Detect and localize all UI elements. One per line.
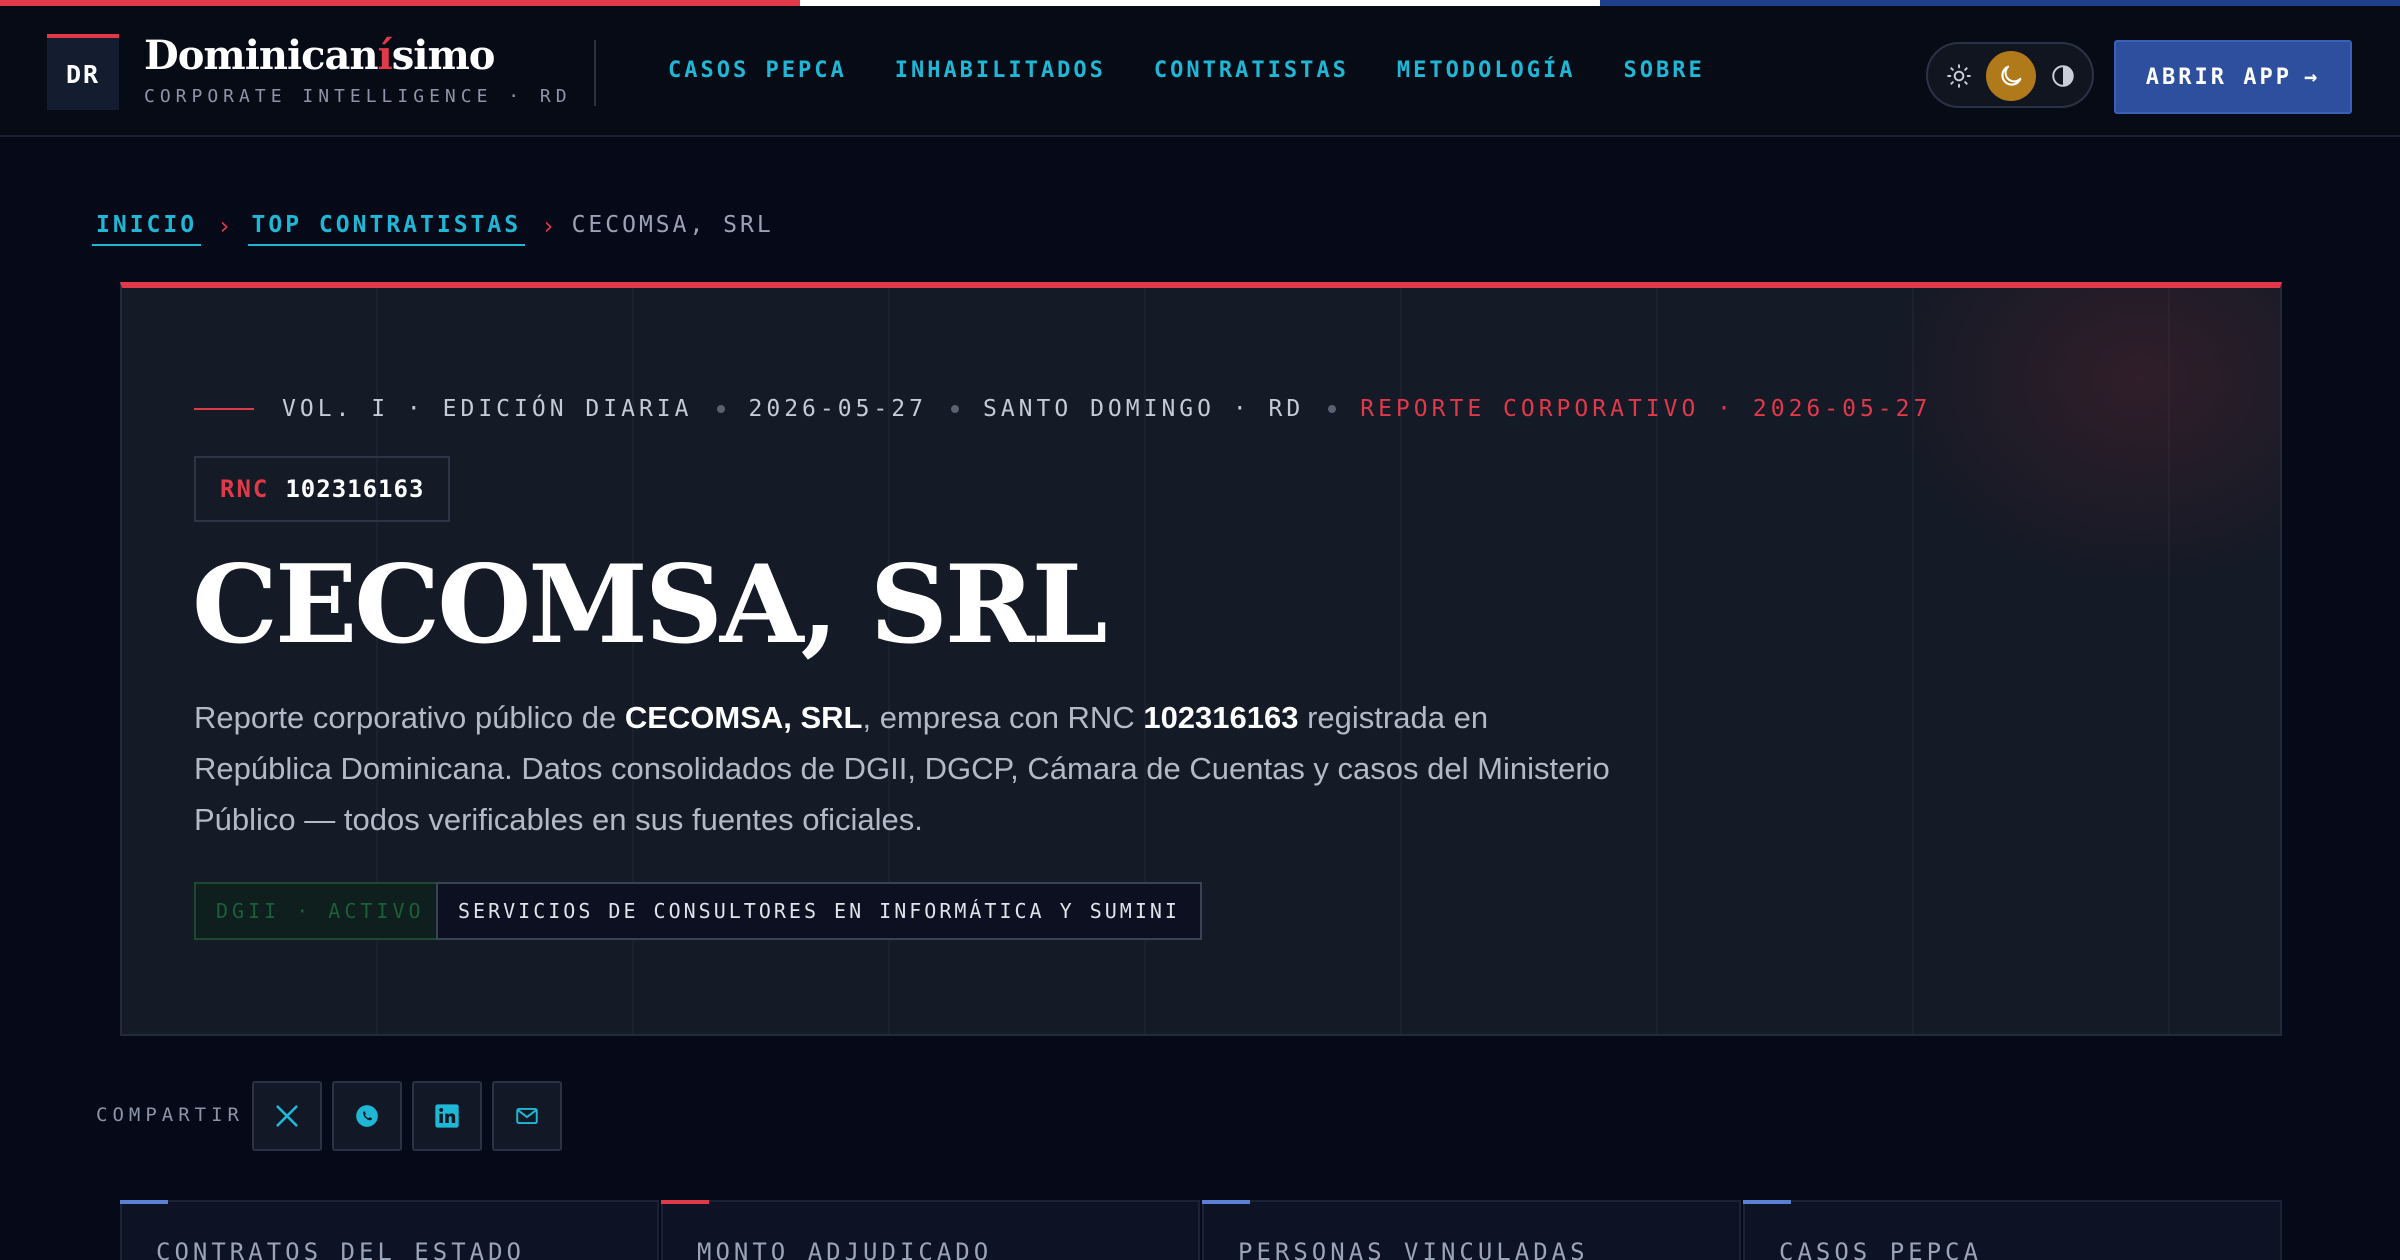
moon-icon <box>2001 65 2022 86</box>
mail-icon <box>516 1107 538 1125</box>
stat-card-personas: PERSONAS VINCULADAS <box>1202 1200 1741 1260</box>
brand-name-accent: í <box>377 32 393 79</box>
share-linkedin-button[interactable] <box>412 1081 482 1151</box>
open-app-button[interactable]: ABRIR APP → <box>2114 40 2352 114</box>
company-title: CECOMSA, SRL <box>192 542 1108 668</box>
rnc-label: RNC <box>220 475 270 503</box>
open-app-label: ABRIR APP <box>2145 64 2292 90</box>
main-nav: CASOS PEPCA INHABILITADOS CONTRATISTAS M… <box>668 58 1705 83</box>
top-navbar: DR Dominicanísimo CORPORATE INTELLIGENCE… <box>0 6 2400 137</box>
stat-accent <box>661 1200 709 1204</box>
stat-card-contratos: CONTRATOS DEL ESTADO <box>120 1200 659 1260</box>
brand-name[interactable]: Dominicanísimo <box>144 32 496 79</box>
stats-row: CONTRATOS DEL ESTADO MONTO ADJUDICADO PE… <box>120 1200 2282 1260</box>
nav-link-metodologia[interactable]: METODOLOGÍA <box>1397 58 1576 83</box>
meta-volume: VOL. I · EDICIÓN DIARIA <box>282 396 693 422</box>
nav-link-inhabilitados[interactable]: INHABILITADOS <box>895 58 1106 83</box>
desc-company-name: CECOMSA, SRL <box>624 700 863 735</box>
brand-name-part: Dominican <box>144 32 379 79</box>
brand-name-part: simo <box>391 32 496 79</box>
share-email-button[interactable] <box>492 1081 562 1151</box>
stat-accent <box>120 1200 168 1204</box>
desc-text: Reporte corporativo público de <box>194 700 625 735</box>
stat-label: CONTRATOS DEL ESTADO <box>156 1238 525 1260</box>
share-buttons <box>252 1081 562 1151</box>
arrow-right-icon: → <box>2303 64 2321 90</box>
company-description: Reporte corporativo público de CECOMSA, … <box>194 692 1614 845</box>
meta-accent-line <box>194 408 254 410</box>
dgii-status-chip: DGII · ACTIVO <box>194 882 447 940</box>
stat-label: PERSONAS VINCULADAS <box>1238 1238 1589 1260</box>
breadcrumb-separator-icon: › <box>541 212 556 240</box>
meta-date: 2026-05-27 <box>748 396 927 422</box>
stat-accent <box>1202 1200 1250 1204</box>
desc-text: , empresa con RNC <box>862 700 1144 735</box>
breadcrumb: INICIO › TOP CONTRATISTAS › CECOMSA, SRL <box>92 212 774 246</box>
logo-initials: DR <box>65 59 101 89</box>
contrast-icon <box>2052 65 2074 87</box>
desc-rnc: 102316163 <box>1143 700 1299 735</box>
sun-icon <box>1947 64 1971 88</box>
rnc-value: 102316163 <box>285 475 425 503</box>
stat-accent <box>1743 1200 1791 1204</box>
breadcrumb-separator-icon: › <box>217 212 232 240</box>
edition-meta: VOL. I · EDICIÓN DIARIA 2026-05-27 SANTO… <box>194 396 1931 422</box>
stat-card-casos: CASOS PEPCA <box>1743 1200 2282 1260</box>
breadcrumb-link-inicio[interactable]: INICIO <box>92 212 202 246</box>
meta-report: REPORTE CORPORATIVO · 2026-05-27 <box>1360 396 1932 422</box>
breadcrumb-link-top-contratistas[interactable]: TOP CONTRATISTAS <box>247 212 526 246</box>
theme-light-option[interactable] <box>1934 51 1984 101</box>
share-x-button[interactable] <box>252 1081 322 1151</box>
nav-link-sobre[interactable]: SOBRE <box>1624 58 1705 83</box>
company-hero-card: VOL. I · EDICIÓN DIARIA 2026-05-27 SANTO… <box>120 282 2282 1036</box>
stat-label: CASOS PEPCA <box>1779 1238 1982 1260</box>
hero-glow <box>1880 288 2280 588</box>
theme-toggle <box>1926 42 2094 108</box>
logo-badge[interactable]: DR <box>47 34 119 110</box>
rnc-badge: RNC 102316163 <box>194 456 451 522</box>
theme-dark-option[interactable] <box>1986 51 2036 101</box>
theme-contrast-option[interactable] <box>2038 51 2088 101</box>
nav-link-contratistas[interactable]: CONTRATISTAS <box>1154 58 1349 83</box>
nav-link-casos-pepca[interactable]: CASOS PEPCA <box>668 58 847 83</box>
meta-dot <box>950 405 959 413</box>
header-divider <box>594 40 596 106</box>
whatsapp-icon <box>356 1105 378 1127</box>
stat-label: MONTO ADJUDICADO <box>697 1238 993 1260</box>
share-whatsapp-button[interactable] <box>332 1081 402 1151</box>
sector-chip: SERVICIOS DE CONSULTORES EN INFORMÁTICA … <box>436 882 1202 940</box>
meta-dot <box>1328 405 1337 413</box>
meta-dot <box>716 405 725 413</box>
x-icon <box>276 1105 298 1127</box>
breadcrumb-current: CECOMSA, SRL <box>571 212 774 238</box>
share-label: COMPARTIR <box>96 1104 244 1126</box>
stat-card-monto: MONTO ADJUDICADO <box>661 1200 1200 1260</box>
meta-place: SANTO DOMINGO · RD <box>982 396 1305 422</box>
linkedin-icon <box>435 1104 459 1128</box>
brand-tagline: CORPORATE INTELLIGENCE · RD <box>144 86 572 107</box>
